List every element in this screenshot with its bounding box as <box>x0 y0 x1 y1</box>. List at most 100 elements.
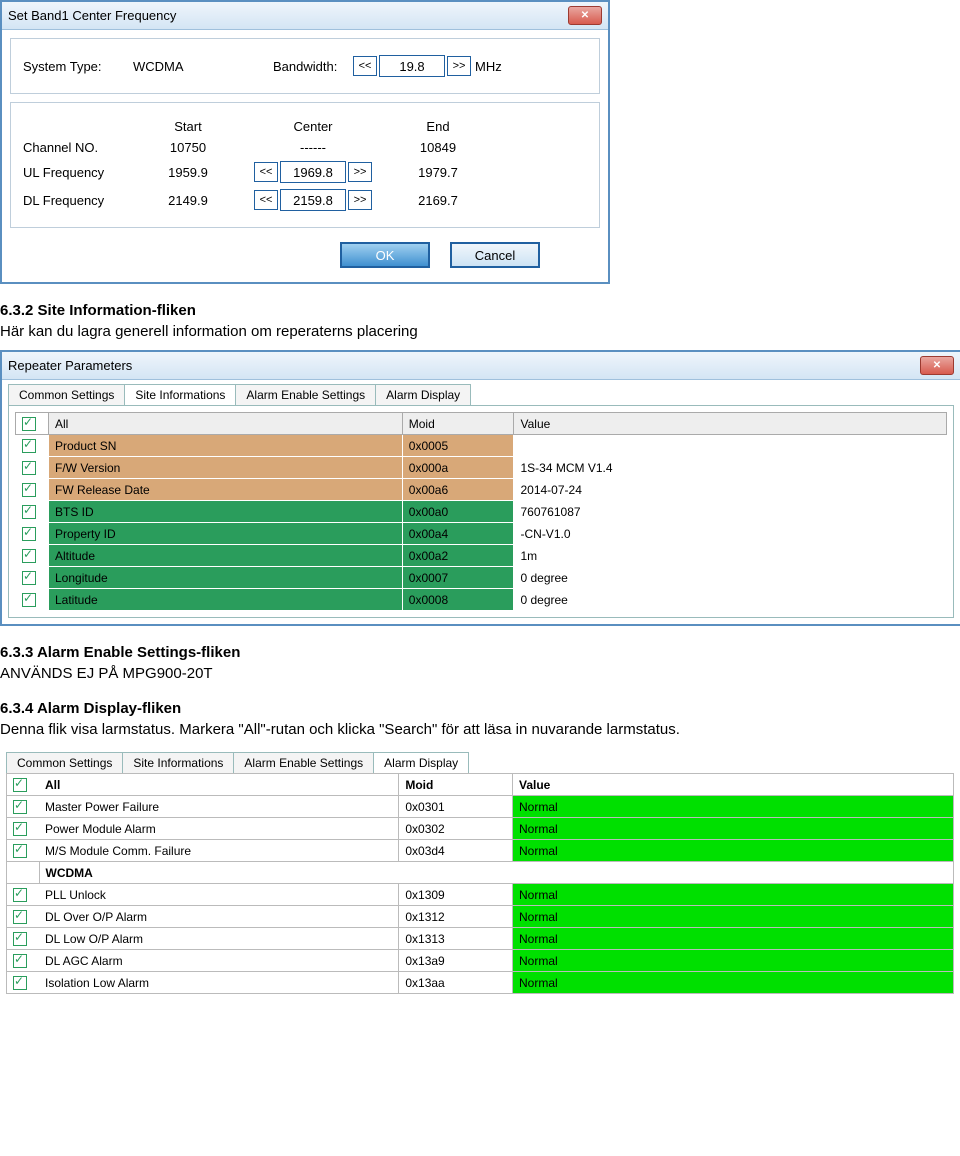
row-name: Longitude <box>49 567 403 589</box>
row-value: 1S-34 MCM V1.4 <box>514 457 947 479</box>
dl-label: DL Frequency <box>23 193 133 208</box>
ad-group-wcdma: WCDMA <box>39 862 954 884</box>
alarm-display-block: Common Settings Site Informations Alarm … <box>0 748 960 994</box>
col-start: Start <box>133 119 243 134</box>
row-checkbox[interactable] <box>22 549 36 563</box>
ul-end: 1979.7 <box>383 165 493 180</box>
table-row: DL AGC Alarm0x13a9Normal <box>7 950 954 972</box>
row-value: -CN-V1.0 <box>514 523 947 545</box>
row-checkbox[interactable] <box>22 593 36 607</box>
row-checkbox[interactable] <box>13 932 27 946</box>
ad-col-value: Value <box>512 774 953 796</box>
ad-tab-site-informations[interactable]: Site Informations <box>122 752 234 773</box>
row-moid: 0x1312 <box>399 906 513 928</box>
repeater-parameters-dialog: Repeater Parameters ✕ Common Settings Si… <box>0 350 960 626</box>
tab-alarm-enable-settings[interactable]: Alarm Enable Settings <box>235 384 376 405</box>
ul-increment[interactable]: >> <box>348 162 372 182</box>
table-row: Power Module Alarm0x0302Normal <box>7 818 954 840</box>
row-checkbox[interactable] <box>22 439 36 453</box>
row-name: Altitude <box>49 545 403 567</box>
row-moid: 0x1309 <box>399 884 513 906</box>
row-moid: 0x00a2 <box>402 545 514 567</box>
table-row: Property ID0x00a4-CN-V1.0 <box>16 523 947 545</box>
bandwidth-label: Bandwidth: <box>273 59 353 74</box>
row-moid: 0x03d4 <box>399 840 513 862</box>
row-name: PLL Unlock <box>39 884 399 906</box>
row-name: F/W Version <box>49 457 403 479</box>
bandwidth-increment[interactable]: >> <box>447 56 471 76</box>
section-633-text: ANVÄNDS EJ PÅ MPG900-20T <box>0 665 960 682</box>
row-name: Product SN <box>49 435 403 457</box>
row-value: 760761087 <box>514 501 947 523</box>
dialog-titlebar: Set Band1 Center Frequency ✕ <box>2 0 608 30</box>
ad-tabs: Common Settings Site Informations Alarm … <box>0 748 960 773</box>
section-633-heading: 6.3.3 Alarm Enable Settings-fliken <box>0 644 960 661</box>
row-name: DL AGC Alarm <box>39 950 399 972</box>
section-634-heading: 6.3.4 Alarm Display-fliken <box>0 700 960 717</box>
cancel-button[interactable]: Cancel <box>450 242 540 268</box>
row-checkbox[interactable] <box>22 527 36 541</box>
col-end: End <box>383 119 493 134</box>
row-checkbox[interactable] <box>13 822 27 836</box>
row-name: DL Low O/P Alarm <box>39 928 399 950</box>
ad-tab-alarm-enable-settings[interactable]: Alarm Enable Settings <box>233 752 374 773</box>
rp-titlebar: Repeater Parameters ✕ <box>2 350 960 380</box>
tab-alarm-display[interactable]: Alarm Display <box>375 384 471 405</box>
row-moid: 0x000a <box>402 457 514 479</box>
row-checkbox[interactable] <box>13 800 27 814</box>
system-type-value: WCDMA <box>133 59 273 74</box>
row-moid: 0x13aa <box>399 972 513 994</box>
row-checkbox[interactable] <box>13 976 27 990</box>
table-row: Product SN0x0005 <box>16 435 947 457</box>
rp-tab-panel: All Moid Value Product SN0x0005F/W Versi… <box>8 405 954 618</box>
ad-tab-alarm-display[interactable]: Alarm Display <box>373 752 469 773</box>
ul-decrement[interactable]: << <box>254 162 278 182</box>
row-value: Normal <box>512 840 953 862</box>
dl-center-input[interactable] <box>280 189 346 211</box>
table-row: Longitude0x00070 degree <box>16 567 947 589</box>
row-moid: 0x00a0 <box>402 501 514 523</box>
row-checkbox[interactable] <box>22 571 36 585</box>
row-name: Power Module Alarm <box>39 818 399 840</box>
set-band-dialog: Set Band1 Center Frequency ✕ System Type… <box>0 0 610 284</box>
ok-button[interactable]: OK <box>340 242 430 268</box>
row-value: Normal <box>512 884 953 906</box>
section-632-heading: 6.3.2 Site Information-fliken <box>0 302 960 319</box>
row-value: 0 degree <box>514 567 947 589</box>
row-checkbox[interactable] <box>22 461 36 475</box>
site-info-table: All Moid Value Product SN0x0005F/W Versi… <box>15 412 947 611</box>
table-row: F/W Version0x000a1S-34 MCM V1.4 <box>16 457 947 479</box>
row-checkbox[interactable] <box>13 910 27 924</box>
bandwidth-unit: MHz <box>475 59 502 74</box>
bandwidth-decrement[interactable]: << <box>353 56 377 76</box>
close-button[interactable]: ✕ <box>568 6 602 25</box>
row-checkbox[interactable] <box>22 483 36 497</box>
rp-tabs: Common Settings Site Informations Alarm … <box>2 380 960 405</box>
row-checkbox[interactable] <box>22 505 36 519</box>
col-value: Value <box>514 413 947 435</box>
row-checkbox[interactable] <box>13 888 27 902</box>
ad-tab-common-settings[interactable]: Common Settings <box>6 752 123 773</box>
row-name: M/S Module Comm. Failure <box>39 840 399 862</box>
dl-decrement[interactable]: << <box>254 190 278 210</box>
row-moid: 0x00a6 <box>402 479 514 501</box>
dl-increment[interactable]: >> <box>348 190 372 210</box>
bandwidth-group: System Type: WCDMA Bandwidth: << >> MHz <box>10 38 600 94</box>
col-all: All <box>49 413 403 435</box>
checkbox-all[interactable] <box>22 417 36 431</box>
table-row: BTS ID0x00a0760761087 <box>16 501 947 523</box>
ul-center-input[interactable] <box>280 161 346 183</box>
bandwidth-input[interactable] <box>379 55 445 77</box>
section-634-text: Denna flik visa larmstatus. Markera "All… <box>0 721 960 738</box>
ad-checkbox-all[interactable] <box>13 778 27 792</box>
row-value: Normal <box>512 906 953 928</box>
rp-close-button[interactable]: ✕ <box>920 356 954 375</box>
tab-common-settings[interactable]: Common Settings <box>8 384 125 405</box>
tab-site-informations[interactable]: Site Informations <box>124 384 236 405</box>
table-row: FW Release Date0x00a62014-07-24 <box>16 479 947 501</box>
row-name: BTS ID <box>49 501 403 523</box>
row-checkbox[interactable] <box>13 844 27 858</box>
row-value: 1m <box>514 545 947 567</box>
col-center: Center <box>243 119 383 134</box>
row-checkbox[interactable] <box>13 954 27 968</box>
